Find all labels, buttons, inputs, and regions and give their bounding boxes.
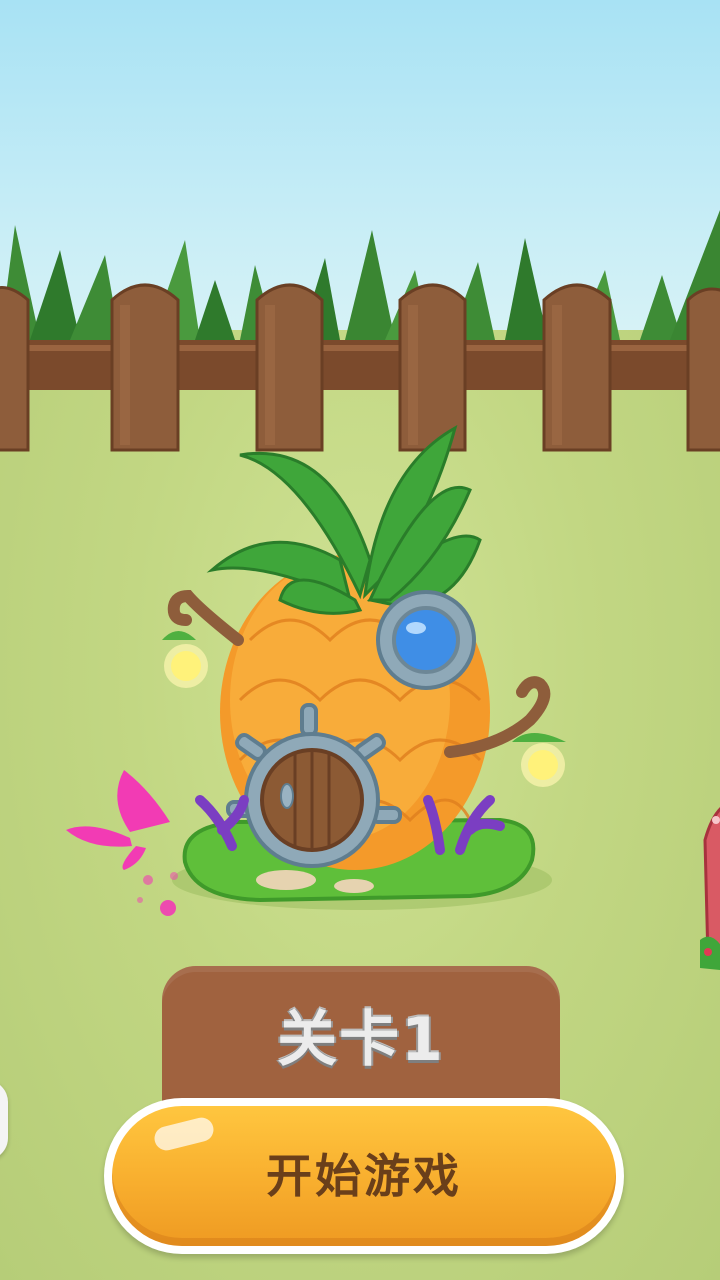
background-grass xyxy=(0,210,720,340)
level-label: 关卡1 xyxy=(277,1005,445,1075)
butterfly-icon xyxy=(66,770,178,916)
start-game-label: 开始游戏 xyxy=(266,1149,462,1203)
start-game-button[interactable]: 开始游戏 xyxy=(104,1098,624,1254)
game-stage: 关卡1 开始游戏 xyxy=(0,0,720,1280)
stepping-stone xyxy=(256,870,316,890)
start-game-button-face: 开始游戏 xyxy=(112,1106,616,1246)
pineapple-house xyxy=(206,424,490,870)
mushroom-house-icon xyxy=(700,807,720,970)
stepping-stone xyxy=(334,879,374,893)
